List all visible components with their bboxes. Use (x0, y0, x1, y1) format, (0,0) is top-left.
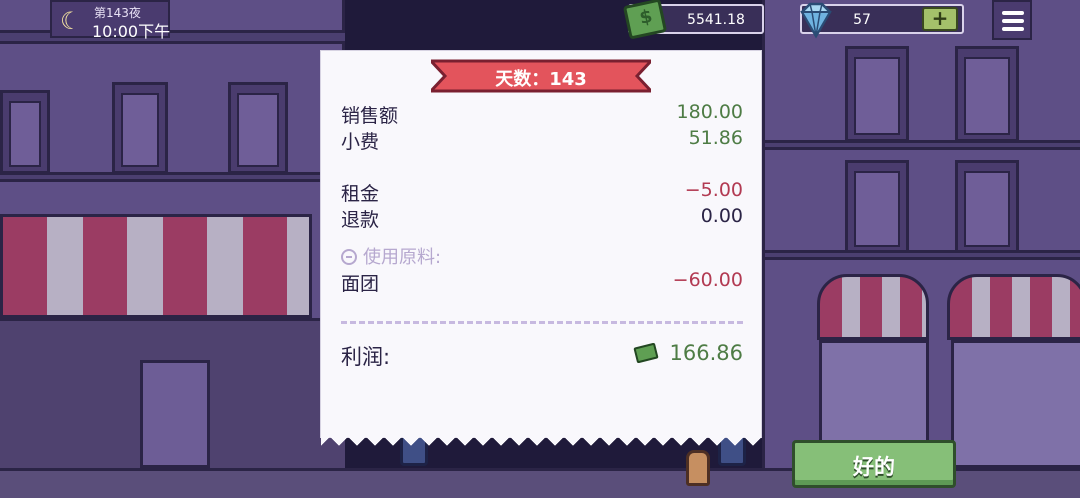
ok-button[interactable]: 好的 (792, 440, 956, 488)
rent-value: −5.00 (684, 179, 743, 201)
gem-counter: 57 + (800, 2, 964, 39)
day-time-panel: ☾ 第143夜 10:00下午 (50, 0, 170, 41)
sales-row: 销售额 180.00 (341, 101, 743, 127)
profit-row: 利润: 166.86 (341, 341, 743, 371)
money-value: 5541.18 (687, 12, 745, 28)
collapse-icon (341, 249, 357, 265)
tips-label: 小费 (341, 131, 380, 153)
money-counter: 5541.18 (622, 0, 764, 40)
window (955, 46, 1019, 142)
diamond-icon (800, 2, 832, 39)
shop-doors (951, 340, 1080, 468)
rent-label: 租金 (341, 183, 380, 205)
daily-receipt: 天数：143 销售额 180.00 小费 51.86 租金 −5.00 退款 0… (320, 50, 762, 449)
right-building (762, 0, 1080, 470)
window (845, 160, 909, 254)
tips-value: 51.86 (688, 127, 743, 149)
ingredient-value: −60.00 (672, 269, 743, 291)
dashed-divider (341, 321, 743, 324)
moon-icon: ☾ (60, 7, 82, 35)
hamburger-icon (1002, 11, 1024, 15)
money-icon (622, 0, 668, 40)
tips-row: 小费 51.86 (341, 127, 743, 153)
sales-label: 销售额 (341, 105, 399, 127)
rent-row: 租金 −5.00 (341, 179, 743, 205)
refund-label: 退款 (341, 209, 380, 231)
profit-label: 利润: (341, 345, 391, 369)
striped-awning (0, 214, 312, 318)
window (0, 90, 50, 174)
window (955, 160, 1019, 254)
sales-value: 180.00 (676, 101, 743, 123)
ingredient-label: 面团 (341, 273, 380, 295)
day-banner-label: 天数：143 (495, 69, 587, 90)
window (112, 82, 168, 174)
left-building (0, 0, 345, 470)
striped-awning (817, 274, 929, 340)
menu-button[interactable] (992, 0, 1032, 40)
window (845, 46, 909, 142)
shop-door (140, 360, 210, 468)
window (228, 82, 288, 174)
refund-value: 0.00 (700, 205, 743, 227)
refund-row: 退款 0.00 (341, 205, 743, 231)
day-banner: 天数：143 (431, 59, 651, 93)
striped-awning (947, 274, 1080, 340)
ingredients-section-toggle[interactable]: 使用原料: (341, 243, 442, 268)
profit-value: 166.86 (669, 341, 743, 365)
clock-time: 10:00下午 (92, 22, 171, 41)
buy-gems-button[interactable]: + (922, 7, 958, 31)
gem-value: 57 (853, 12, 871, 28)
ok-button-label: 好的 (853, 455, 895, 479)
cash-icon (633, 342, 659, 364)
ingredients-section-label: 使用原料: (363, 247, 442, 268)
ingredient-row: 面团 −60.00 (341, 269, 743, 295)
fire-hydrant (686, 450, 710, 486)
